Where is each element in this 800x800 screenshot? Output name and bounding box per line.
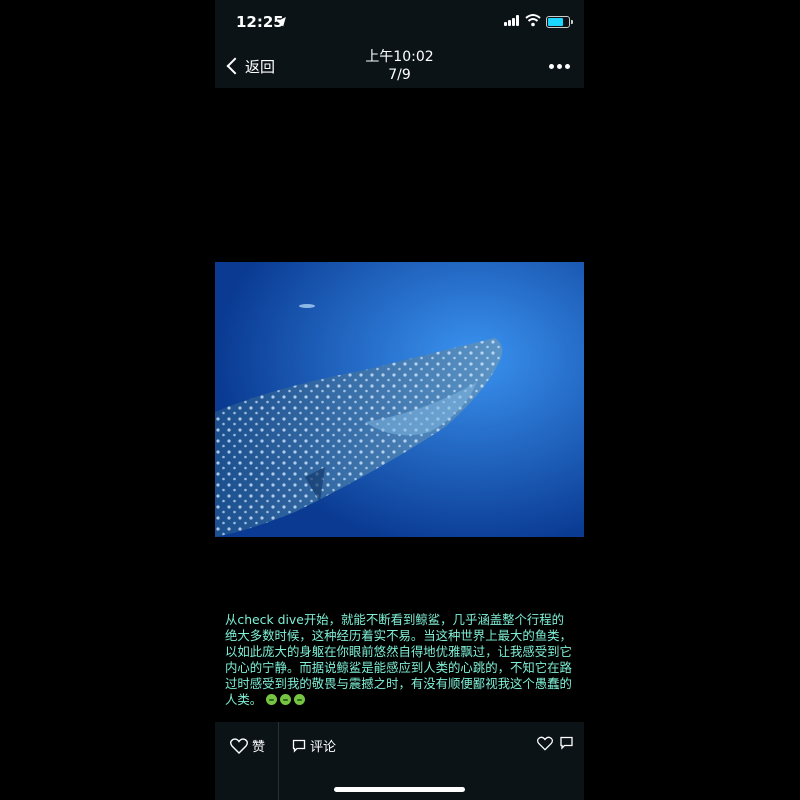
nav-bar: 返回 上午10:02 7/9	[215, 44, 584, 88]
caption-text: 从check dive开始，就能不断看到鲸鲨，几乎涵盖整个行程的绝大多数时候，这…	[225, 612, 572, 707]
like-label: 赞	[252, 740, 266, 755]
cell-signal-icon	[504, 15, 520, 26]
whale-shark-photo[interactable]	[215, 262, 584, 537]
post-caption: 从check dive开始，就能不断看到鲸鲨，几乎涵盖整个行程的绝大多数时候，这…	[225, 612, 575, 708]
emoji-icon	[294, 694, 306, 705]
wifi-icon	[525, 14, 541, 27]
heart-icon[interactable]	[537, 736, 553, 751]
right-action-icons	[537, 736, 574, 751]
comment-icon[interactable]	[559, 736, 574, 750]
phone-screen: 12:25 返回 上午10:02 7/9 从check dive开始，就能不断看…	[215, 0, 584, 800]
battery-level	[548, 18, 563, 26]
whale-shark-illustration	[215, 262, 584, 537]
battery-icon	[546, 16, 573, 28]
emoji-icon	[266, 694, 278, 705]
emoji-icon	[280, 694, 292, 705]
page-index: 7/9	[388, 67, 411, 83]
more-dots-icon[interactable]	[549, 64, 570, 69]
heart-icon	[230, 737, 248, 754]
status-bar: 12:25	[215, 0, 584, 44]
post-time: 上午10:02	[365, 49, 434, 65]
comment-button[interactable]: 评论	[292, 736, 336, 755]
bottom-action-bar: 赞 评论	[215, 722, 584, 800]
comment-icon	[292, 739, 306, 753]
status-time: 12:25	[236, 13, 284, 31]
nav-title: 上午10:02 7/9	[215, 48, 584, 84]
divider	[278, 722, 279, 800]
like-button[interactable]: 赞	[230, 736, 265, 755]
home-indicator[interactable]	[334, 787, 465, 792]
comment-label: 评论	[310, 740, 337, 755]
